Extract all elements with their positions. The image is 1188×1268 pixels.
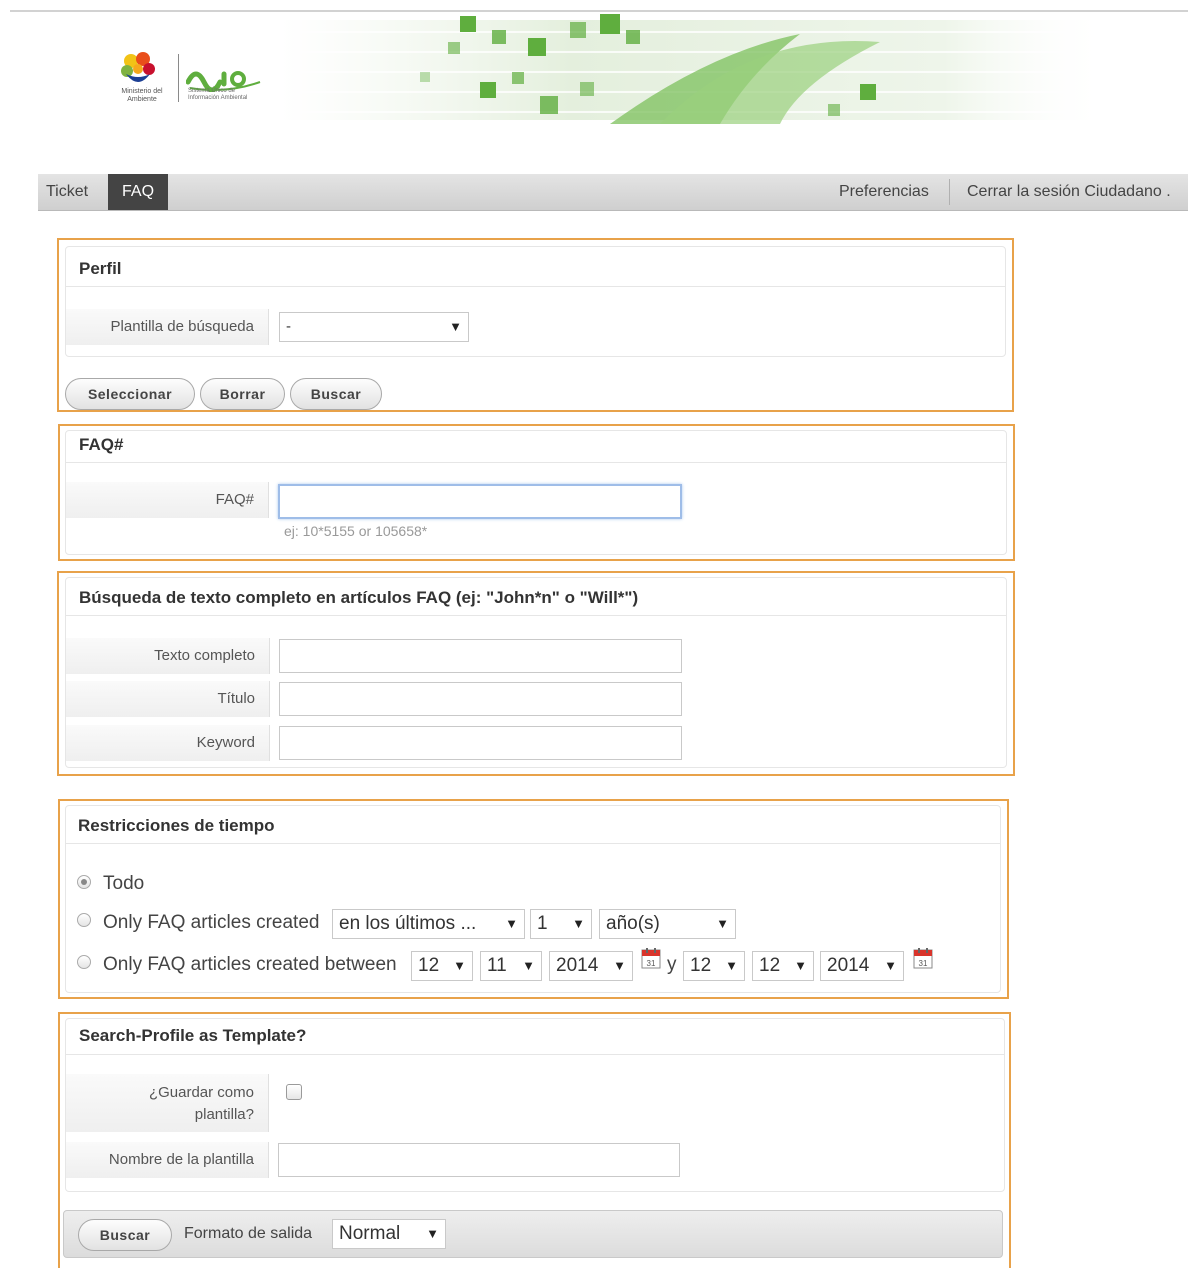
output-format-select[interactable]: Normal ▼ — [332, 1219, 446, 1249]
keyword-label: Keyword — [66, 725, 270, 761]
faq-number-title-rule — [66, 462, 1006, 463]
save-as-template-label: ¿Guardar como plantilla? — [66, 1074, 269, 1132]
ministry-logo: Ministerio del Ambiente Sistema Único de… — [112, 50, 272, 110]
radio-between-label: Only FAQ articles created between — [103, 954, 397, 975]
to-day-value: 12 — [690, 955, 712, 976]
chevron-down-icon: ▼ — [426, 1226, 439, 1241]
to-month-select[interactable]: 12 ▼ — [752, 951, 814, 981]
profile-section: Perfil Plantilla de búsqueda - ▼ Selecci… — [57, 238, 1014, 412]
created-range-select[interactable]: en los últimos ... ▼ — [332, 909, 525, 939]
template-name-label: Nombre de la plantilla — [66, 1142, 269, 1178]
calendar-icon[interactable]: 31 — [641, 947, 661, 969]
profile-title: Perfil — [79, 259, 122, 278]
nav-logout[interactable]: Cerrar la sesión Ciudadano . — [967, 174, 1171, 210]
to-year-value: 2014 — [827, 955, 870, 976]
template-title-rule — [66, 1054, 1004, 1055]
title-label: Título — [66, 681, 270, 717]
chevron-down-icon: ▼ — [613, 958, 626, 973]
radio-all[interactable] — [77, 875, 91, 889]
profile-search-button[interactable]: Buscar — [290, 378, 382, 410]
chevron-down-icon: ▼ — [572, 916, 585, 931]
created-amount-select[interactable]: 1 ▼ — [530, 909, 592, 939]
logo-divider — [178, 54, 179, 102]
search-footer: Buscar Formato de salida Normal ▼ — [63, 1210, 1003, 1258]
from-year-select[interactable]: 2014 ▼ — [549, 951, 633, 981]
clear-button[interactable]: Borrar — [200, 378, 285, 410]
to-month-value: 12 — [759, 955, 781, 976]
page-header: Ministerio del Ambiente Sistema Único de… — [0, 12, 1188, 142]
template-title: Search-Profile as Template? — [79, 1026, 307, 1045]
fulltext-title-rule — [66, 615, 1006, 616]
created-unit-value: año(s) — [606, 913, 660, 934]
fulltext-title: Búsqueda de texto completo en artículos … — [79, 588, 639, 607]
calendar-icon[interactable]: 31 — [913, 947, 933, 969]
time-section: Restricciones de tiempo Todo Only FAQ ar… — [58, 799, 1009, 999]
radio-between[interactable] — [77, 955, 91, 969]
created-range-value: en los últimos ... — [339, 913, 477, 934]
chevron-down-icon: ▼ — [794, 958, 807, 973]
and-label: y — [667, 954, 677, 975]
time-title-rule — [66, 843, 1000, 844]
profile-title-rule — [66, 286, 1005, 287]
faq-number-hint: ej: 10*5155 or 105658* — [284, 523, 428, 539]
created-unit-select[interactable]: año(s) ▼ — [599, 909, 736, 939]
radio-created[interactable] — [77, 913, 91, 927]
template-select[interactable]: - ▼ — [279, 312, 469, 342]
from-day-value: 12 — [418, 955, 440, 976]
to-year-select[interactable]: 2014 ▼ — [820, 951, 904, 981]
svg-text:31: 31 — [647, 959, 656, 968]
time-title: Restricciones de tiempo — [78, 816, 275, 835]
main-nav: Ticket FAQ Preferencias Cerrar la sesión… — [38, 174, 1188, 211]
nav-divider — [949, 179, 950, 205]
from-month-value: 11 — [487, 955, 507, 976]
nav-preferences[interactable]: Preferencias — [839, 174, 929, 210]
search-button[interactable]: Buscar — [78, 1219, 172, 1251]
faq-number-title: FAQ# — [79, 435, 124, 454]
output-format-label: Formato de salida — [184, 1225, 313, 1242]
fulltext-label: Texto completo — [66, 638, 270, 674]
chevron-down-icon: ▼ — [453, 958, 466, 973]
to-day-select[interactable]: 12 ▼ — [683, 951, 745, 981]
radio-created-label: Only FAQ articles created — [103, 912, 320, 933]
save-as-template-checkbox[interactable] — [286, 1084, 302, 1100]
keyword-input[interactable] — [279, 726, 682, 760]
from-year-value: 2014 — [556, 955, 599, 976]
nav-ticket[interactable]: Ticket — [46, 174, 88, 210]
template-select-value: - — [286, 318, 291, 335]
chevron-down-icon: ▼ — [725, 958, 738, 973]
radio-all-label: Todo — [103, 873, 145, 894]
faq-number-label: FAQ# — [66, 482, 269, 518]
created-amount-value: 1 — [537, 913, 548, 934]
suia-logo — [186, 71, 261, 92]
nav-faq[interactable]: FAQ — [108, 174, 169, 210]
select-button[interactable]: Seleccionar — [65, 378, 195, 410]
fulltext-section: Búsqueda de texto completo en artículos … — [57, 571, 1015, 776]
from-day-select[interactable]: 12 ▼ — [411, 951, 473, 981]
faq-number-section: FAQ# FAQ# ej: 10*5155 or 105658* — [58, 424, 1015, 561]
chevron-down-icon: ▼ — [505, 916, 518, 931]
output-format-value: Normal — [339, 1223, 401, 1244]
fulltext-input[interactable] — [279, 639, 682, 673]
faq-number-input[interactable] — [278, 484, 682, 519]
template-label: Plantilla de búsqueda — [66, 309, 269, 345]
chevron-down-icon: ▼ — [716, 916, 729, 931]
header-banner — [280, 14, 1110, 124]
ministry-flower-icon — [121, 52, 155, 82]
chevron-down-icon: ▼ — [449, 319, 462, 334]
svg-text:31: 31 — [919, 959, 928, 968]
template-name-input[interactable] — [278, 1143, 680, 1177]
title-input[interactable] — [279, 682, 682, 716]
chevron-down-icon: ▼ — [522, 958, 535, 973]
ministry-label: Ministerio del Ambiente — [121, 88, 163, 103]
from-month-select[interactable]: 11 ▼ — [480, 951, 542, 981]
suia-subtitle: Sistema Único de Información Ambiental — [188, 88, 248, 101]
chevron-down-icon: ▼ — [884, 958, 897, 973]
